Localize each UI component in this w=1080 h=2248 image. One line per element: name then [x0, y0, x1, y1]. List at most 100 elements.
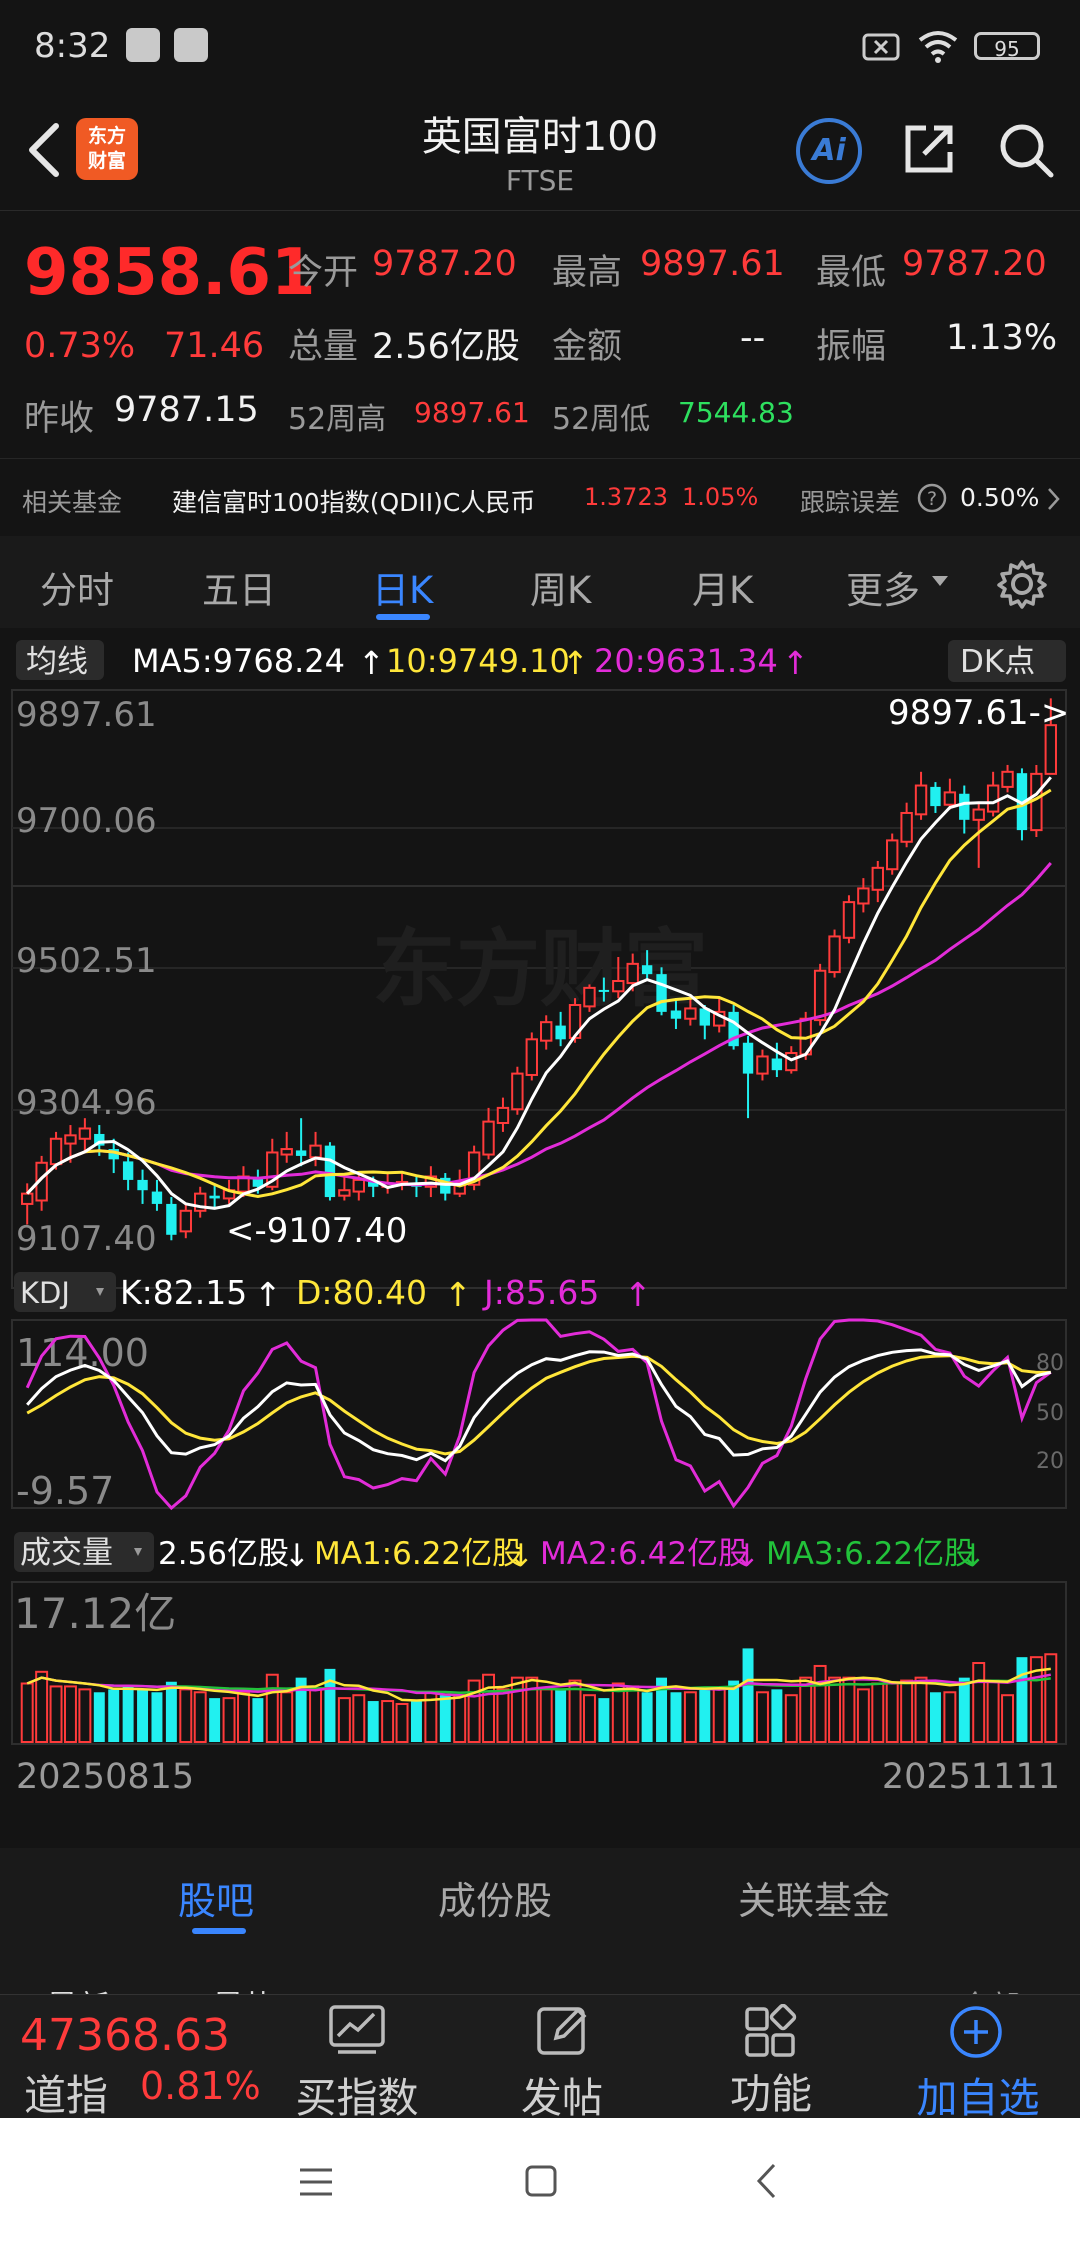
ticker-price[interactable]: 47368.63 [20, 2010, 230, 2061]
d-up-arrow: ↑ [444, 1275, 472, 1314]
volume-bar [929, 1692, 941, 1742]
nav-back-icon[interactable] [754, 2162, 778, 2200]
notification-app-icon [126, 28, 160, 62]
volume-bar [539, 1688, 553, 1743]
low-value: 9787.20 [902, 244, 1047, 284]
volume-bar [856, 1688, 870, 1743]
tab-weekly-k[interactable]: 周K [530, 560, 591, 614]
ma3-down-arrow: ↓ [960, 1538, 986, 1574]
candle-body [842, 901, 856, 939]
volume-bar [958, 1677, 970, 1742]
tab-forum[interactable]: 股吧 [178, 1870, 254, 1925]
candle-body [525, 1038, 538, 1076]
volume-bar [137, 1689, 149, 1742]
settings-gear-icon[interactable] [996, 558, 1048, 610]
search-icon[interactable] [996, 120, 1056, 180]
candle-body [309, 1144, 322, 1159]
functions-label[interactable]: 功能 [706, 2060, 836, 2120]
active-tab-indicator [376, 614, 430, 620]
high-value: 9897.61 [640, 244, 785, 284]
functions-icon[interactable] [744, 2004, 798, 2058]
volume-bar [1016, 1657, 1028, 1742]
volume-bar [179, 1688, 193, 1743]
candle-body [972, 808, 985, 821]
amplitude-label: 振幅 [816, 327, 887, 367]
k-up-arrow: ↑ [254, 1275, 282, 1314]
kdj-d-value: D:80.40 [296, 1273, 427, 1312]
prev-close-value: 9787.15 [114, 390, 259, 430]
tab-five-day[interactable]: 五日 [202, 560, 276, 614]
tab-intraday[interactable]: 分时 [40, 560, 114, 614]
candle-body [612, 980, 625, 993]
candle-body [179, 1209, 192, 1233]
tab-related-funds[interactable]: 关联基金 [738, 1870, 890, 1925]
volume-bar [265, 1673, 279, 1743]
post-label[interactable]: 发帖 [500, 2064, 624, 2124]
volume-bar [395, 1702, 409, 1743]
ma-label: 均线 [26, 644, 88, 680]
volume-bar [670, 1692, 682, 1742]
candle-body [280, 1148, 293, 1156]
volume-bar [193, 1691, 207, 1744]
volume-bar [900, 1679, 914, 1743]
add-watchlist-icon[interactable] [948, 2004, 1004, 2060]
candle-body [959, 793, 970, 820]
volume-bar [871, 1682, 885, 1743]
candle-body [137, 1179, 148, 1191]
volume-bar [93, 1692, 105, 1742]
post-icon[interactable] [536, 2004, 590, 2058]
volume-bar [35, 1670, 49, 1744]
volume-bar [828, 1676, 842, 1744]
volume-bar [209, 1698, 221, 1742]
candle-body [78, 1127, 92, 1140]
volume-bar [63, 1685, 77, 1744]
buy-index-icon[interactable] [328, 2004, 386, 2056]
ma10-value: 10:9749.10 [386, 642, 570, 680]
tab-constituents[interactable]: 成份股 [438, 1870, 552, 1925]
y-tick-label: 9897.61 [16, 695, 157, 735]
candle-body [756, 1055, 769, 1075]
candle-body [324, 1145, 336, 1198]
tab-monthly-k[interactable]: 月K [692, 560, 753, 614]
change-value: 71.46 [164, 326, 265, 366]
buy-index-label[interactable]: 买指数 [284, 2064, 430, 2124]
volume-bar [699, 1689, 711, 1742]
candle-body [871, 866, 884, 891]
candle-body [555, 1025, 566, 1040]
tab-daily-k[interactable]: 日K [372, 560, 433, 614]
candle-body [166, 1203, 177, 1235]
volume-bar [337, 1697, 351, 1743]
help-icon[interactable]: ? [916, 482, 948, 514]
ai-assistant-button[interactable]: Ai [796, 118, 862, 184]
y-tick-label: 9304.96 [16, 1083, 157, 1123]
candle-body [122, 1161, 134, 1180]
sim-icon [862, 33, 900, 61]
related-fund-price: 1.3723 [584, 483, 668, 511]
candle-body [1001, 770, 1014, 788]
share-icon[interactable] [900, 120, 958, 178]
end-date: 20251111 [882, 1757, 1060, 1797]
volume-bar [611, 1682, 625, 1743]
low52-label: 52周低 [552, 402, 651, 437]
menu-icon[interactable] [298, 2166, 334, 2198]
candle-body [828, 935, 841, 974]
prev-close-label: 昨收 [24, 399, 95, 439]
kdj-label: KDJ [20, 1276, 70, 1310]
volume-bar [280, 1691, 294, 1744]
candle-body [656, 974, 667, 1012]
volume-label: 总量 [288, 327, 359, 367]
home-icon[interactable] [524, 2164, 558, 2198]
ticker-pct: 0.81% [140, 2064, 261, 2108]
chevron-right-icon [1048, 488, 1060, 510]
start-date: 20250815 [16, 1757, 194, 1797]
amplitude-value: 1.13% [946, 318, 1058, 358]
ma5-value: MA5:9768.24 [132, 642, 345, 680]
candle-body [626, 962, 639, 985]
amount-value: -- [740, 318, 766, 358]
kline-chart[interactable]: 均线 MA5:9768.24 ↑ 10:9749.10 ↑ 20:9631.34… [0, 628, 1080, 1848]
forum-subtabs: 最新 最热 全部 [0, 1940, 1080, 2026]
volume-bar [771, 1689, 783, 1742]
tab-more[interactable]: 更多 [846, 560, 920, 614]
related-fund-name[interactable]: 建信富时100指数(QDII)C人民币 [172, 483, 535, 519]
add-watchlist-label[interactable]: 加自选 [896, 2064, 1060, 2124]
